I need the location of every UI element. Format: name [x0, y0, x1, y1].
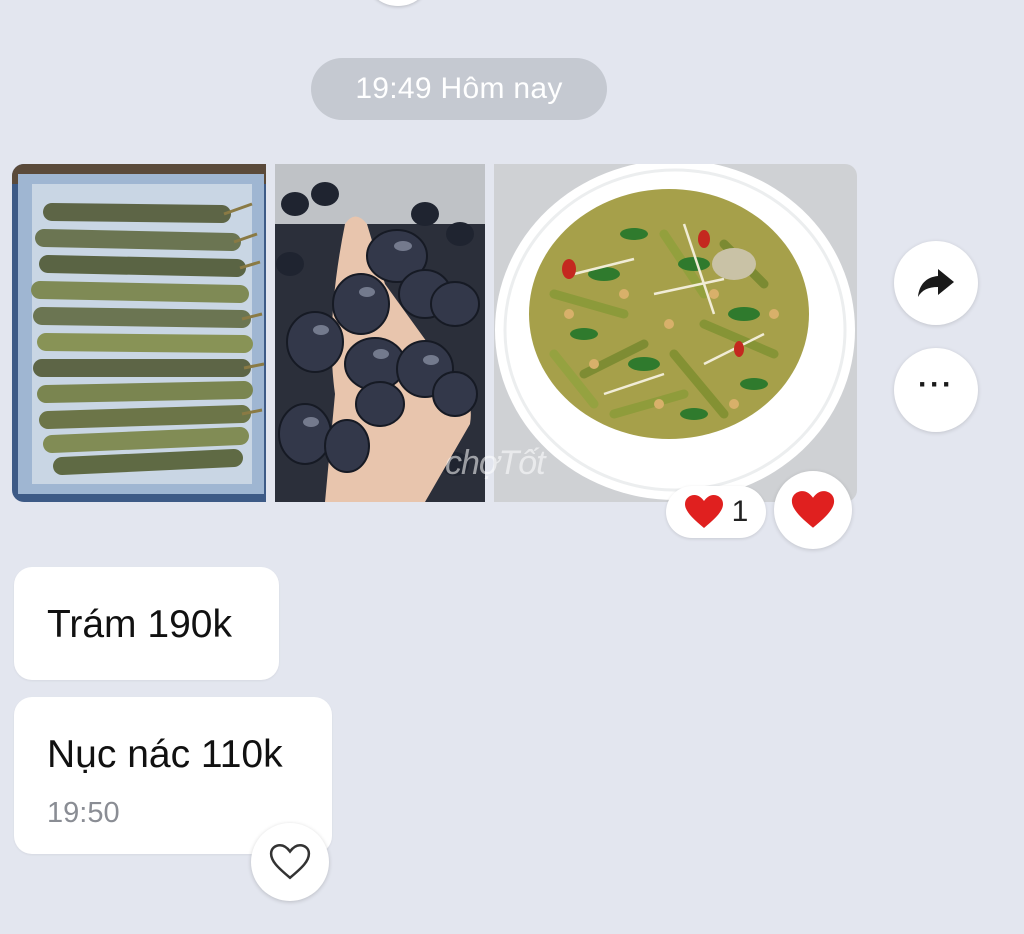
watermark: chợTốt [445, 444, 546, 482]
reaction-summary[interactable]: 1 [666, 486, 766, 538]
forward-button[interactable] [894, 241, 978, 325]
image-album [12, 164, 857, 502]
message-text: Nục nác 110k [47, 733, 283, 776]
photo-dish-plate[interactable] [494, 164, 857, 502]
heart-filled-icon [791, 491, 835, 528]
more-dots-icon: ··· [918, 368, 954, 401]
react-heart-button[interactable] [774, 471, 852, 549]
heart-icon [684, 495, 723, 528]
previous-message-action-button[interactable] [368, 0, 428, 6]
like-message-button[interactable] [251, 823, 329, 901]
photo-green-pods[interactable] [12, 164, 266, 502]
forward-arrow-icon [918, 269, 954, 297]
reaction-count: 1 [731, 495, 749, 528]
heart-outline-icon [269, 843, 311, 880]
more-options-button[interactable]: ··· [894, 348, 978, 432]
message-bubble[interactable]: Trám 190k [14, 567, 279, 680]
message-text: Trám 190k [47, 603, 232, 646]
date-separator: 19:49 Hôm nay [311, 58, 607, 120]
message-timestamp: 19:50 [47, 797, 120, 829]
chat-screen: 19:49 Hôm nay chợTốt ··· 1 Trám 190k Nục… [0, 0, 1024, 934]
